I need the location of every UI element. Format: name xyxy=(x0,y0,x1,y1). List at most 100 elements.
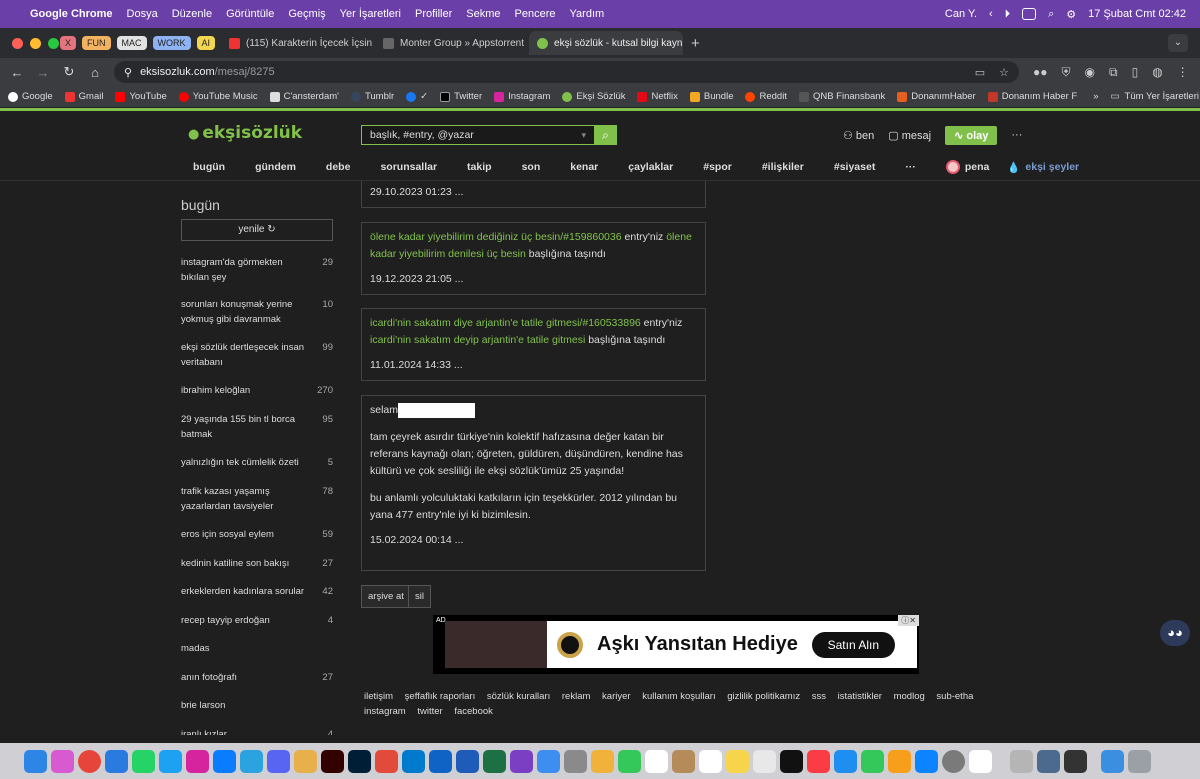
tab-group-mac[interactable]: MAC xyxy=(116,36,147,50)
list-item[interactable]: 29 yaşında 155 bin tl borca batmak 95 xyxy=(181,412,333,442)
chevron-left-icon[interactable]: ‹ xyxy=(989,8,993,20)
nav-debe[interactable]: debe xyxy=(326,161,351,173)
preview-icon[interactable] xyxy=(1037,749,1060,773)
bookmark-reddit[interactable]: Reddit xyxy=(745,91,787,102)
tab-group-work[interactable]: WORK xyxy=(152,36,191,50)
instagram-icon[interactable] xyxy=(186,749,209,773)
footer-link[interactable]: reklam xyxy=(562,691,591,702)
ad-info-icon[interactable]: ⓘ✕ xyxy=(898,615,919,626)
calculator-icon[interactable] xyxy=(1064,749,1087,773)
photoshop-icon[interactable] xyxy=(348,749,371,773)
minimize-window-icon[interactable] xyxy=(30,37,41,49)
menu-goruntule[interactable]: Görüntüle xyxy=(226,8,274,20)
footer-link[interactable]: modlog xyxy=(894,691,925,702)
whatsapp-icon[interactable] xyxy=(132,749,155,773)
messenger-icon[interactable] xyxy=(213,749,236,773)
finder-icon[interactable] xyxy=(24,749,47,773)
list-item[interactable]: ibrahim keloğlan 270 xyxy=(181,383,333,398)
refresh-button[interactable]: yenile ↻ xyxy=(181,219,333,241)
tab-group-ai[interactable]: AI xyxy=(196,36,216,50)
footer-link[interactable]: gizlilik politikamız xyxy=(727,691,800,702)
bookmark-facebook[interactable]: ✓ xyxy=(406,91,428,102)
bookmark-star-icon[interactable]: ☆ xyxy=(999,66,1009,79)
user-name[interactable]: Can Y. xyxy=(945,8,977,20)
menu-yardim[interactable]: Yardım xyxy=(570,8,605,20)
bookmark-netflix[interactable]: Netflix xyxy=(637,91,678,102)
footer-link[interactable]: kariyer xyxy=(602,691,631,702)
calendar-icon[interactable] xyxy=(645,749,668,773)
archive-button[interactable]: arşive at xyxy=(361,585,411,608)
wifi-icon[interactable] xyxy=(969,749,992,773)
vscode-icon[interactable] xyxy=(402,749,425,773)
more-bookmarks-icon[interactable]: » xyxy=(1093,91,1098,102)
bookmark-gmail[interactable]: Gmail xyxy=(64,91,103,102)
message-date[interactable]: 11.01.2024 14:33 ... xyxy=(370,357,697,374)
nav-takip[interactable]: takip xyxy=(467,161,492,173)
footer-link[interactable]: instagram xyxy=(364,706,406,717)
music-icon[interactable] xyxy=(807,749,830,773)
control-center-icon[interactable]: ⚙ xyxy=(1066,8,1076,21)
outlook-icon[interactable] xyxy=(429,749,452,773)
contacts-icon[interactable] xyxy=(564,749,587,773)
nav-pena[interactable]: pena xyxy=(945,160,989,174)
bookmark-eksi-sozluk[interactable]: Ekşi Sözlük xyxy=(562,91,625,102)
extension-vpn-icon[interactable]: ◉ xyxy=(1085,65,1095,80)
tab-group-fun[interactable]: FUN xyxy=(82,36,111,50)
pages-icon[interactable] xyxy=(888,749,911,773)
arc-icon[interactable] xyxy=(510,749,533,773)
footer-link[interactable]: sözlük kuralları xyxy=(487,691,550,702)
chat-assistant-icon[interactable]: ◕◕ xyxy=(1160,620,1190,646)
bookmark-twitter[interactable]: Twitter xyxy=(440,91,482,102)
footer-link[interactable]: sub-etha xyxy=(936,691,973,702)
entry-link[interactable]: ölene kadar yiyebilirim dediğiniz üç bes… xyxy=(370,231,622,243)
bookmark-instagram[interactable]: Instagram xyxy=(494,91,550,102)
delete-button[interactable]: sil xyxy=(408,585,431,608)
menu-gecmis[interactable]: Geçmiş xyxy=(288,8,325,20)
facetime-icon[interactable] xyxy=(618,749,641,773)
nav-bugun[interactable]: bugün xyxy=(193,161,225,173)
extension-glasses-icon[interactable]: ●● xyxy=(1033,65,1048,80)
list-item[interactable]: iranlı kızlar 4 xyxy=(181,727,333,735)
extensions-puzzle-icon[interactable]: ⧉ xyxy=(1109,65,1118,80)
entry-link[interactable]: icardi'nin sakatım diye arjantin'e tatil… xyxy=(370,317,641,329)
downloads-folder-icon[interactable] xyxy=(1101,749,1124,773)
nav-siyaset[interactable]: #siyaset xyxy=(834,161,875,173)
back-icon[interactable]: ← xyxy=(4,65,30,80)
site-info-icon[interactable]: ⚲ xyxy=(124,66,132,79)
tab-eksi-sozluk[interactable]: ekşi sözlük - kutsal bilgi kayn... ✕ xyxy=(529,31,684,55)
list-item[interactable]: trafik kazası yaşamış yazarlardan tavsiy… xyxy=(181,484,333,514)
more-menu[interactable]: ··· xyxy=(1011,129,1022,141)
bookmark-donanimhaber-forum[interactable]: Donanım Haber F xyxy=(987,91,1077,102)
notes-icon[interactable] xyxy=(672,749,695,773)
new-tab-icon[interactable]: + xyxy=(691,35,700,52)
nav-kenar[interactable]: kenar xyxy=(570,161,598,173)
home-icon[interactable]: ⌂ xyxy=(82,65,108,80)
nav-more[interactable]: ··· xyxy=(905,161,916,173)
list-item[interactable]: ekşi sözlük dertleşecek insan veritabanı… xyxy=(181,340,333,370)
profile-link[interactable]: ⚇ ben xyxy=(843,129,874,142)
menu-sekme[interactable]: Sekme xyxy=(466,8,500,20)
tab-group-x[interactable]: X xyxy=(60,36,77,50)
list-item[interactable]: kedinin katiline son bakışı 27 xyxy=(181,556,333,571)
menu-duzenle[interactable]: Düzenle xyxy=(172,8,212,20)
bookmark-google[interactable]: Google xyxy=(8,91,53,102)
list-item[interactable]: madas xyxy=(181,641,333,656)
ad-banner[interactable]: AD Aşkı Yansıtan Hediye Satın Alın ⓘ✕ xyxy=(433,615,919,674)
telegram-icon[interactable] xyxy=(240,749,263,773)
all-bookmarks[interactable]: ▭ Tüm Yer İşaretleri xyxy=(1111,91,1199,102)
safari-icon[interactable] xyxy=(105,749,128,773)
search-icon[interactable]: ⌕ xyxy=(1048,8,1054,21)
list-item[interactable]: anın fotoğrafı 27 xyxy=(181,670,333,685)
font-book-icon[interactable] xyxy=(1010,749,1033,773)
search-input[interactable]: başlık, #entry, @yazar ▾ xyxy=(361,125,595,145)
nav-son[interactable]: son xyxy=(522,161,541,173)
twitter-icon[interactable] xyxy=(159,749,182,773)
ad-cta-button[interactable]: Satın Alın xyxy=(811,631,895,658)
bookmark-bundle[interactable]: Bundle xyxy=(689,91,733,102)
reload-icon[interactable]: ↻ xyxy=(56,64,82,80)
footer-link[interactable]: istatistikler xyxy=(838,691,882,702)
forward-icon[interactable]: → xyxy=(30,65,56,80)
footer-link[interactable]: iletişim xyxy=(364,691,393,702)
nav-eksi-seyler[interactable]: 💧 ekşi şeyler xyxy=(1007,161,1079,174)
apple-tv-icon[interactable] xyxy=(780,749,803,773)
